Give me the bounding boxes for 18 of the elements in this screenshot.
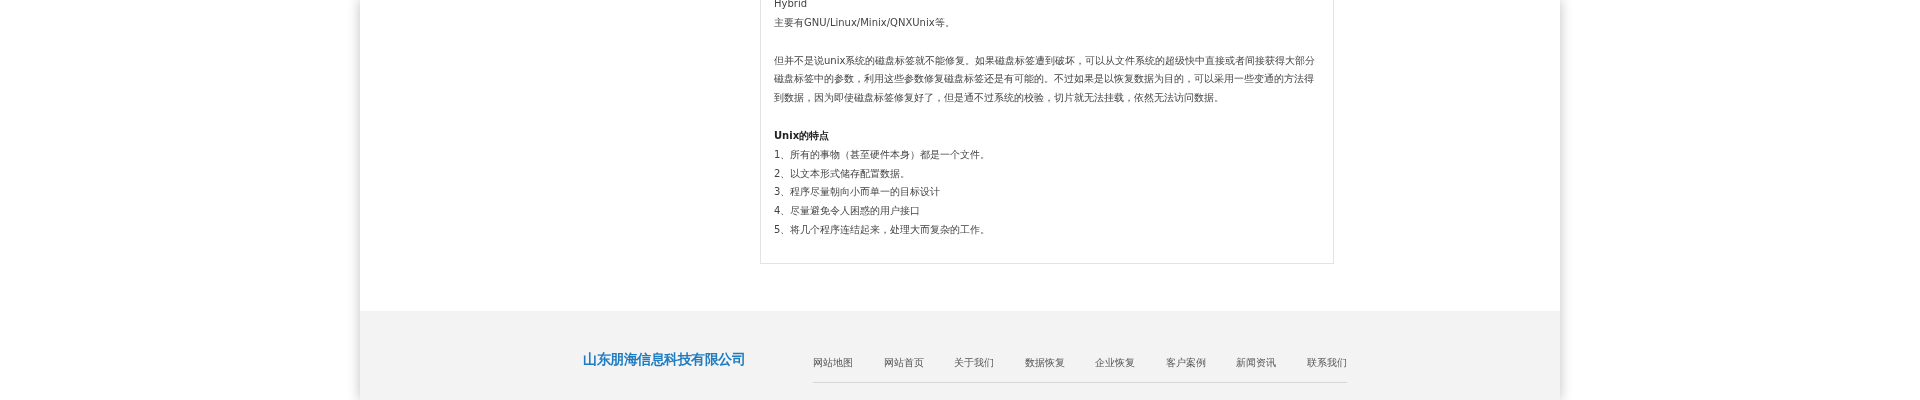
list-item: 4、尽量避免令人困惑的用户接口 [774, 204, 922, 219]
footer-link[interactable]: 新闻资讯 [1236, 356, 1277, 370]
section-heading: Unix的特点 [774, 129, 831, 143]
company-logo: 山东朋海信息科技有限公司 [583, 351, 745, 369]
footer-link[interactable]: 企业恢复 [1095, 356, 1136, 370]
footer-link[interactable]: 联系我们 [1306, 356, 1347, 370]
list-item: 1、所有的事物（甚至硬件本身）都是一个文件。 [774, 147, 992, 162]
list-item: 2、以文本形式储存配置数据。 [774, 166, 912, 181]
article-text: 主要有GNU/Linux/Minix/QNXUnix等。 [774, 15, 956, 30]
article-paragraph: 但并不是说unix系统的磁盘标签就不能修复。如果磁盘标签遭到破坏，可以从文件系统的超级快中直接或者间接获得大部分磁盘标签中的参数，利用这些参数修复磁盘标签还是有可能的。不过如果是以恢复数据为目的，可以采用一些变通的方法得到数据，因为即使磁盘标签修复好了，但是通不过系统的校验，切片就无法挂载，依然无法访问数据。 [774, 53, 1317, 106]
footer-link[interactable]: 数据恢复 [1024, 356, 1065, 370]
footer-link[interactable]: 网站地图 [813, 356, 853, 370]
footer-link[interactable]: 网站首页 [883, 356, 924, 370]
footer-link[interactable]: 关于我们 [954, 356, 995, 370]
list-item: 5、将几个程序连结起来，处理大而复杂的工作。 [774, 222, 992, 237]
footer-link[interactable]: 客户案例 [1165, 356, 1206, 370]
list-item: 3、程序尽量朝向小而单一的目标设计 [774, 185, 942, 200]
article-text: Hybrid [774, 0, 809, 11]
